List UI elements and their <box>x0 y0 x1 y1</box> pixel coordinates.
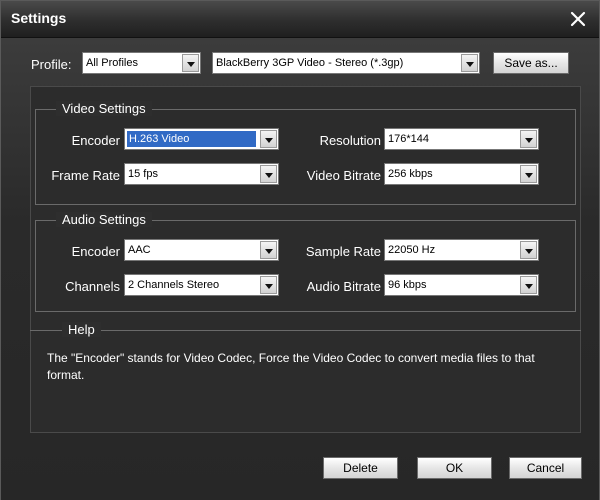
video-encoder-select[interactable]: H.263 Video <box>124 128 279 150</box>
profile-category-select[interactable]: All Profiles <box>82 52 201 74</box>
resolution-label: Resolution <box>319 133 381 148</box>
chevron-down-icon[interactable] <box>520 276 537 294</box>
dialog-body: Profile: All Profiles BlackBerry 3GP Vid… <box>1 38 599 500</box>
audio-bitrate-label: Audio Bitrate <box>306 279 381 294</box>
chevron-down-icon[interactable] <box>260 165 277 183</box>
channels-label: Channels <box>65 279 120 294</box>
video-encoder-value: H.263 Video <box>127 131 256 147</box>
chevron-down-icon[interactable] <box>520 241 537 259</box>
chevron-down-icon[interactable] <box>260 241 277 259</box>
audio-encoder-label: Encoder <box>71 244 120 259</box>
frame-rate-label: Frame Rate <box>51 168 120 183</box>
chevron-down-icon[interactable] <box>520 165 537 183</box>
chevron-down-icon[interactable] <box>182 54 199 72</box>
channels-select[interactable]: 2 Channels Stereo <box>124 274 279 296</box>
close-icon[interactable] <box>567 8 589 30</box>
resolution-select[interactable]: 176*144 <box>384 128 539 150</box>
settings-dialog: Settings Profile: All Profiles BlackBerr… <box>0 0 600 500</box>
delete-button[interactable]: Delete <box>323 457 398 479</box>
audio-encoder-value: AAC <box>128 244 151 256</box>
channels-value: 2 Channels Stereo <box>128 279 220 291</box>
profile-label: Profile: <box>31 57 72 72</box>
audio-bitrate-select[interactable]: 96 kbps <box>384 274 539 296</box>
sample-rate-select[interactable]: 22050 Hz <box>384 239 539 261</box>
sample-rate-value: 22050 Hz <box>388 244 436 256</box>
audio-settings-group: Audio Settings Encoder AAC Sample Rate 2… <box>35 212 576 312</box>
profile-category-value: All Profiles <box>86 57 138 69</box>
profile-preset-select[interactable]: BlackBerry 3GP Video - Stereo (*.3gp) <box>212 52 480 74</box>
sample-rate-label: Sample Rate <box>305 244 381 259</box>
frame-rate-value: 15 fps <box>128 168 158 180</box>
save-as-button[interactable]: Save as... <box>493 52 569 74</box>
resolution-value: 176*144 <box>388 133 429 145</box>
help-title: Help <box>62 322 101 337</box>
audio-encoder-select[interactable]: AAC <box>124 239 279 261</box>
window-title: Settings <box>11 10 67 26</box>
cancel-button[interactable]: Cancel <box>509 457 582 479</box>
title-bar[interactable]: Settings <box>1 1 599 38</box>
video-bitrate-select[interactable]: 256 kbps <box>384 163 539 185</box>
help-text: The "Encoder" stands for Video Codec, Fo… <box>47 351 535 382</box>
profile-preset-value: BlackBerry 3GP Video - Stereo (*.3gp) <box>216 57 404 69</box>
chevron-down-icon[interactable] <box>520 130 537 148</box>
audio-settings-title: Audio Settings <box>56 212 152 227</box>
video-settings-group: Video Settings Encoder H.263 Video Resol… <box>35 101 576 205</box>
chevron-down-icon[interactable] <box>461 54 478 72</box>
frame-rate-select[interactable]: 15 fps <box>124 163 279 185</box>
chevron-down-icon[interactable] <box>260 130 277 148</box>
video-settings-title: Video Settings <box>56 101 152 116</box>
chevron-down-icon[interactable] <box>260 276 277 294</box>
ok-button[interactable]: OK <box>417 457 492 479</box>
video-encoder-label: Encoder <box>71 133 120 148</box>
video-bitrate-label: Video Bitrate <box>306 168 381 183</box>
video-bitrate-value: 256 kbps <box>388 168 433 180</box>
audio-bitrate-value: 96 kbps <box>388 279 427 291</box>
